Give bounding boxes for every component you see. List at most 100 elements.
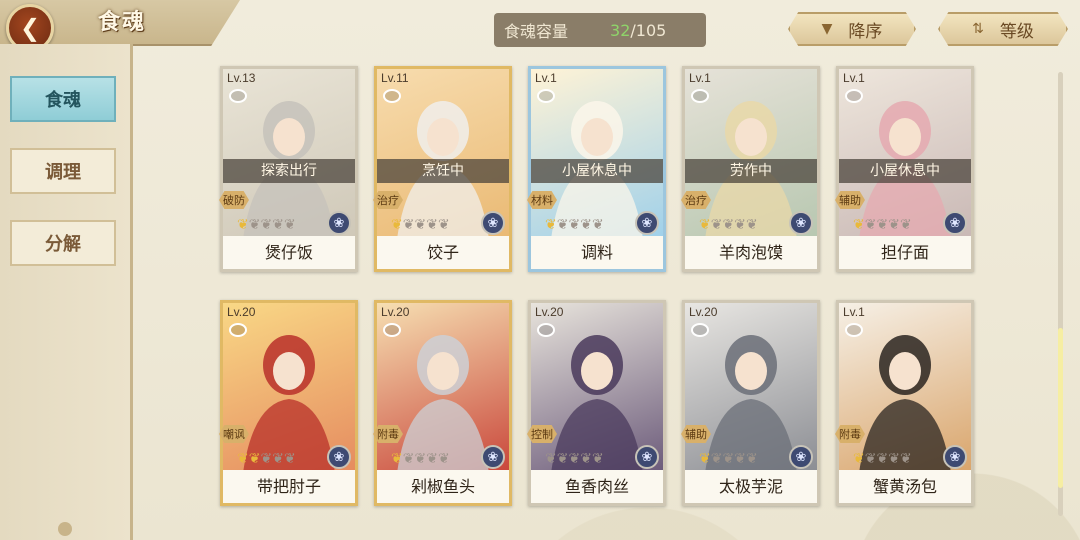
decorative-knob <box>58 522 72 536</box>
sidebar-item-label: 调理 <box>45 162 81 183</box>
rating-star-icon: ❦ <box>283 451 296 467</box>
star-rating: ❦❦❦❦❦ <box>699 451 758 467</box>
rating-star-icon: ❦ <box>426 451 438 467</box>
rating-star-icon: ❦ <box>722 451 735 467</box>
sort-order-button[interactable]: ▼ 降序 <box>788 12 916 46</box>
food-soul-name: 煲仔饭 <box>223 236 355 269</box>
star-rating: ❦❦❦❦❦ <box>545 217 604 233</box>
rating-star-icon: ❦ <box>402 451 415 467</box>
food-soul-name: 饺子 <box>377 236 509 269</box>
speech-bubble-icon <box>383 323 401 337</box>
sidebar-item-recuperate[interactable]: 调理 <box>10 148 116 194</box>
food-soul-card[interactable]: Lv.1 小屋休息中 辅助 ❦❦❦❦❦ ❀ 担仔面 <box>835 66 974 272</box>
rating-star-icon: ❦ <box>722 217 735 233</box>
rating-star-icon: ❦ <box>568 451 581 467</box>
sort-order-label: 降序 <box>848 21 883 42</box>
level-label: Lv.13 <box>227 71 256 85</box>
level-label: Lv.1 <box>689 71 711 85</box>
rating-star-icon: ❦ <box>591 217 604 233</box>
food-soul-card[interactable]: Lv.1 小屋休息中 材料 ❦❦❦❦❦ ❀ 调料 <box>527 66 666 272</box>
sidebar-item-decompose[interactable]: 分解 <box>10 220 116 266</box>
rating-star-icon: ❦ <box>556 217 569 233</box>
rating-star-icon: ❦ <box>899 451 912 467</box>
sort-arrows-icon: ⇅ <box>972 21 984 37</box>
rating-star-icon: ❦ <box>568 217 581 233</box>
sidebar-item-food-souls[interactable]: 食魂 <box>10 76 116 122</box>
rating-star-icon: ❦ <box>414 451 427 467</box>
star-rating: ❦❦❦❦❦ <box>699 217 758 233</box>
rating-star-icon: ❦ <box>283 217 296 233</box>
rating-star-icon: ❦ <box>248 217 261 233</box>
rating-star-icon: ❦ <box>745 451 758 467</box>
skill-flower-icon: ❀ <box>789 211 813 235</box>
food-soul-card[interactable]: Lv.11 烹饪中 治疗 ❦❦❦❦❦ ❀ 饺子 <box>373 66 512 272</box>
rating-star-icon: ❦ <box>710 217 723 233</box>
star-rating: ❦❦❦❦❦ <box>391 217 450 233</box>
food-soul-card[interactable]: Lv.20 附毒 ❦❦❦❦❦ ❀ 剁椒鱼头 <box>373 300 512 506</box>
speech-bubble-icon <box>691 323 709 337</box>
scrollbar[interactable] <box>1058 72 1063 516</box>
food-soul-card[interactable]: Lv.20 嘲讽 ❦❦❦❦❦ ❀ 带把肘子 <box>219 300 358 506</box>
food-soul-card[interactable]: Lv.1 劳作中 治疗 ❦❦❦❦❦ ❀ 羊肉泡馍 <box>681 66 820 272</box>
rating-star-icon: ❦ <box>591 451 604 467</box>
rating-star-icon: ❦ <box>899 217 912 233</box>
star-rating: ❦❦❦❦❦ <box>237 217 296 233</box>
skill-flower-icon: ❀ <box>635 445 659 469</box>
food-soul-name: 羊肉泡馍 <box>685 236 817 269</box>
page-title: 食魂 <box>98 10 147 35</box>
rating-star-icon: ❦ <box>260 217 273 233</box>
rating-star-icon: ❦ <box>853 217 865 233</box>
speech-bubble-icon <box>383 89 401 103</box>
food-soul-name: 太极芋泥 <box>685 470 817 503</box>
triangle-down-icon: ▼ <box>821 21 833 37</box>
rating-star-icon: ❦ <box>248 451 261 467</box>
rating-star-icon: ❦ <box>864 217 877 233</box>
level-label: Lv.20 <box>535 305 564 319</box>
food-soul-name: 蟹黄汤包 <box>839 470 971 503</box>
level-label: Lv.20 <box>227 305 256 319</box>
food-soul-name: 调料 <box>531 236 663 269</box>
rating-star-icon: ❦ <box>580 451 592 467</box>
role-tag: 辅助 <box>835 191 865 209</box>
level-label: Lv.1 <box>843 71 865 85</box>
rating-star-icon: ❦ <box>864 451 877 467</box>
rating-star-icon: ❦ <box>402 217 415 233</box>
status-banner: 小屋休息中 <box>531 159 663 183</box>
rating-star-icon: ❦ <box>699 217 711 233</box>
rating-star-icon: ❦ <box>745 217 758 233</box>
star-rating: ❦❦❦❦❦ <box>237 451 296 467</box>
rating-star-icon: ❦ <box>426 217 438 233</box>
role-tag: 破防 <box>219 191 249 209</box>
speech-bubble-icon <box>537 89 555 103</box>
food-soul-card[interactable]: Lv.1 附毒 ❦❦❦❦❦ ❀ 蟹黄汤包 <box>835 300 974 506</box>
rating-star-icon: ❦ <box>556 451 569 467</box>
sort-key-button[interactable]: ⇅ 等级 <box>938 12 1068 46</box>
status-banner: 探索出行 <box>223 159 355 183</box>
chevron-left-icon: ❮ <box>19 14 41 42</box>
rating-star-icon: ❦ <box>437 217 450 233</box>
rating-star-icon: ❦ <box>237 217 249 233</box>
rating-star-icon: ❦ <box>272 451 284 467</box>
star-rating: ❦❦❦❦❦ <box>853 451 912 467</box>
sidebar-item-label: 食魂 <box>45 90 81 111</box>
level-label: Lv.11 <box>381 71 409 85</box>
scrollbar-thumb[interactable] <box>1058 328 1063 488</box>
star-rating: ❦❦❦❦❦ <box>391 451 450 467</box>
role-tag: 附毒 <box>373 425 403 443</box>
food-soul-card[interactable]: Lv.13 探索出行 破防 ❦❦❦❦❦ ❀ 煲仔饭 <box>219 66 358 272</box>
star-rating: ❦❦❦❦❦ <box>545 451 604 467</box>
level-label: Lv.1 <box>843 305 865 319</box>
capacity-display: 食魂容量 32 /105 <box>494 13 706 47</box>
star-rating: ❦❦❦❦❦ <box>853 217 912 233</box>
speech-bubble-icon <box>845 323 863 337</box>
skill-flower-icon: ❀ <box>327 445 351 469</box>
speech-bubble-icon <box>691 89 709 103</box>
food-soul-card[interactable]: Lv.20 控制 ❦❦❦❦❦ ❀ 鱼香肉丝 <box>527 300 666 506</box>
status-banner: 小屋休息中 <box>839 159 971 183</box>
speech-bubble-icon <box>845 89 863 103</box>
role-tag: 嘲讽 <box>219 425 249 443</box>
food-soul-card[interactable]: Lv.20 辅助 ❦❦❦❦❦ ❀ 太极芋泥 <box>681 300 820 506</box>
skill-flower-icon: ❀ <box>635 211 659 235</box>
skill-flower-icon: ❀ <box>481 445 505 469</box>
rating-star-icon: ❦ <box>545 451 557 467</box>
